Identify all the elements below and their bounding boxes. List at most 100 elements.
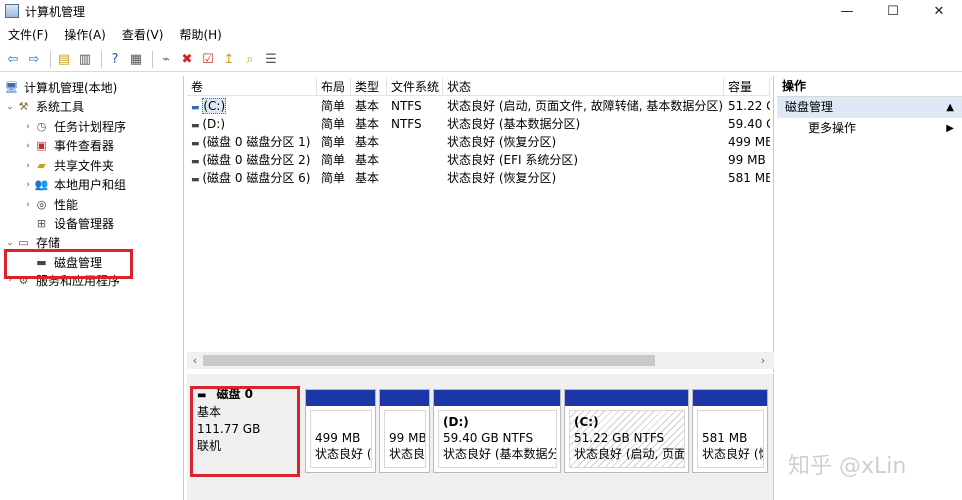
actions-section-disk-management[interactable]: 磁盘管理 ▲ <box>777 97 962 118</box>
partition-title <box>702 414 759 430</box>
table-row[interactable]: ▬ (D:) 简单基本 NTFS 状态良好 (基本数据分区) 59.40 G <box>187 115 770 133</box>
table-row[interactable]: ▬ (磁盘 0 磁盘分区 1) 简单 基本 状态良好 (恢复分区) 499 MB <box>187 133 770 151</box>
more-actions-item[interactable]: 更多操作 ▶ <box>777 118 962 139</box>
partition-status: 状态良好 (恢复分区) <box>315 447 372 461</box>
back-arrow-icon[interactable]: ⇦ <box>4 50 22 68</box>
tree-label-event-viewer: 事件查看器 <box>54 139 115 153</box>
cell-type: 基本 <box>355 135 380 149</box>
tree-node-event-viewer[interactable]: › ▣ 事件查看器 <box>22 136 114 155</box>
partition-status: 状态良好 (启动, 页面文件, 故障转储, 基本数据分区) <box>574 447 685 461</box>
toolbar-separator <box>101 50 102 68</box>
scroll-right-icon[interactable]: › <box>755 352 771 369</box>
cell-fs: NTFS <box>391 99 422 113</box>
volume-list: 卷 布局 类型 文件系统 状态 容量 ▬ (C:) 简单 基本 NTFS 状态良好 (启… <box>187 76 774 372</box>
volume-icon: ▬ <box>191 121 203 131</box>
partition-block[interactable]: 581 MB 状态良好 (恢复分区) <box>692 389 768 473</box>
tree-node-system-tools[interactable]: ⌄ ⚒ 系统工具 <box>4 97 84 116</box>
watermark: 知乎 @xLin <box>788 454 907 479</box>
scroll-left-icon[interactable]: ‹ <box>187 352 203 369</box>
tree-node-device-manager[interactable]: ⊞ 设备管理器 <box>22 214 114 233</box>
properties-icon[interactable]: ▦ <box>127 50 145 68</box>
expand-icon[interactable]: › <box>22 200 34 210</box>
cell-capacity: 59.40 G <box>728 117 770 131</box>
close-button[interactable]: ✕ <box>916 0 962 22</box>
partition-block[interactable]: (C:) 51.22 GB NTFS 状态良好 (启动, 页面文件, 故障转储, 基… <box>564 389 689 473</box>
tree-node-performance[interactable]: › ◎ 性能 <box>22 195 78 214</box>
partition-block[interactable]: 99 MB 状态良好 (EFI 系统分区) <box>379 389 430 473</box>
menu-action[interactable]: 操作(A) <box>56 26 114 43</box>
cell-capacity: 51.22 G <box>728 99 770 113</box>
expand-icon[interactable]: › <box>22 141 34 151</box>
performance-icon: ◎ <box>36 198 47 211</box>
tree-node-local-users[interactable]: › 👥 本地用户和组 <box>22 175 126 194</box>
menu-help[interactable]: 帮助(H) <box>171 26 229 43</box>
help-icon[interactable]: ? <box>106 50 124 68</box>
window-title: 计算机管理 <box>25 4 86 19</box>
minimize-button[interactable]: — <box>824 0 870 22</box>
cell-fs <box>387 151 443 169</box>
tree-label-device-manager: 设备管理器 <box>54 217 115 231</box>
event-log-icon: ▣ <box>36 139 47 152</box>
cell-layout: 简单 <box>321 153 346 167</box>
collapse-up-icon[interactable]: ▲ <box>946 97 954 118</box>
partition-details: (C:) 51.22 GB NTFS 状态良好 (启动, 页面文件, 故障转储, 基… <box>569 410 685 468</box>
table-row[interactable]: ▬ (C:) 简单 基本 NTFS 状态良好 (启动, 页面文件, 故障转储, 基本数据… <box>187 97 770 115</box>
expand-icon[interactable]: › <box>22 122 34 132</box>
table-row[interactable]: ▬ (磁盘 0 磁盘分区 6) 简单 基本 状态良好 (恢复分区) 581 MB <box>187 169 770 187</box>
maximize-button[interactable]: ☐ <box>870 0 916 22</box>
tree-node-task-scheduler[interactable]: › ◷ 任务计划程序 <box>22 117 126 136</box>
partition-title <box>315 414 367 430</box>
tools-icon: ⚒ <box>18 100 29 113</box>
up-folder-icon[interactable]: ▤ <box>55 50 73 68</box>
menu-view[interactable]: 查看(V) <box>114 26 172 43</box>
cell-capacity: 581 MB <box>728 171 770 185</box>
import-icon[interactable]: ↥ <box>220 50 238 68</box>
column-header-type[interactable]: 类型 <box>351 78 387 96</box>
collapse-icon[interactable]: ⌄ <box>4 238 16 248</box>
tree-label-task-scheduler: 任务计划程序 <box>54 120 127 134</box>
column-header-capacity[interactable]: 容量 <box>724 78 770 96</box>
volume-name: (磁盘 0 磁盘分区 1) <box>202 135 311 149</box>
column-header-filesystem[interactable]: 文件系统 <box>387 78 443 96</box>
tree-node-shared-folders[interactable]: › ▰ 共享文件夹 <box>22 156 114 175</box>
cell-type: 基本 <box>355 99 380 113</box>
partition-bar <box>565 390 688 406</box>
column-header-status[interactable]: 状态 <box>443 78 724 96</box>
cell-status: 状态良好 (基本数据分区) <box>447 117 581 131</box>
tree-label-system-tools: 系统工具 <box>36 100 85 114</box>
partition-size: 581 MB <box>702 431 748 445</box>
cell-layout: 简单 <box>321 171 346 185</box>
table-row[interactable]: ▬ (磁盘 0 磁盘分区 2) 简单 基本 状态良好 (EFI 系统分区) 99 MB <box>187 151 770 169</box>
tree-label-shared-folders: 共享文件夹 <box>54 159 115 173</box>
column-header-volume[interactable]: 卷 <box>187 78 317 96</box>
partition-bar <box>306 390 375 406</box>
search-icon[interactable]: ⌕ <box>241 50 259 68</box>
cell-fs: NTFS <box>391 117 422 131</box>
forward-arrow-icon[interactable]: ⇨ <box>25 50 43 68</box>
connect-icon[interactable]: ⌁ <box>157 50 175 68</box>
partition-block[interactable]: (D:) 59.40 GB NTFS 状态良好 (基本数据分区) <box>433 389 561 473</box>
column-header-layout[interactable]: 布局 <box>317 78 351 96</box>
partition-size: 499 MB <box>315 431 361 445</box>
collapse-icon[interactable]: ⌄ <box>4 102 16 112</box>
scrollbar-thumb[interactable] <box>203 355 655 366</box>
tree-label-root: 计算机管理(本地) <box>24 81 118 95</box>
horizontal-scrollbar[interactable]: ‹ › <box>187 352 774 369</box>
show-hide-tree-icon[interactable]: ▥ <box>76 50 94 68</box>
toolbar-separator <box>152 50 153 68</box>
menu-file[interactable]: 文件(F) <box>0 26 56 43</box>
volume-name: (磁盘 0 磁盘分区 2) <box>202 153 311 167</box>
delete-icon[interactable]: ✖ <box>178 50 196 68</box>
tree-node-root[interactable]: 🖥 计算机管理(本地) <box>4 78 118 97</box>
list-icon[interactable]: ☰ <box>262 50 280 68</box>
check-icon[interactable]: ☑ <box>199 50 217 68</box>
partition-block[interactable]: 499 MB 状态良好 (恢复分区) <box>305 389 376 473</box>
cell-layout: 简单 <box>321 117 346 131</box>
expand-icon[interactable]: › <box>22 180 34 190</box>
partition-bar <box>434 390 560 406</box>
expand-icon[interactable]: › <box>22 161 34 171</box>
partition-bar <box>693 390 767 406</box>
actions-section-label: 磁盘管理 <box>785 100 834 114</box>
cell-fs <box>387 133 443 151</box>
actions-header: 操作 <box>777 76 962 97</box>
